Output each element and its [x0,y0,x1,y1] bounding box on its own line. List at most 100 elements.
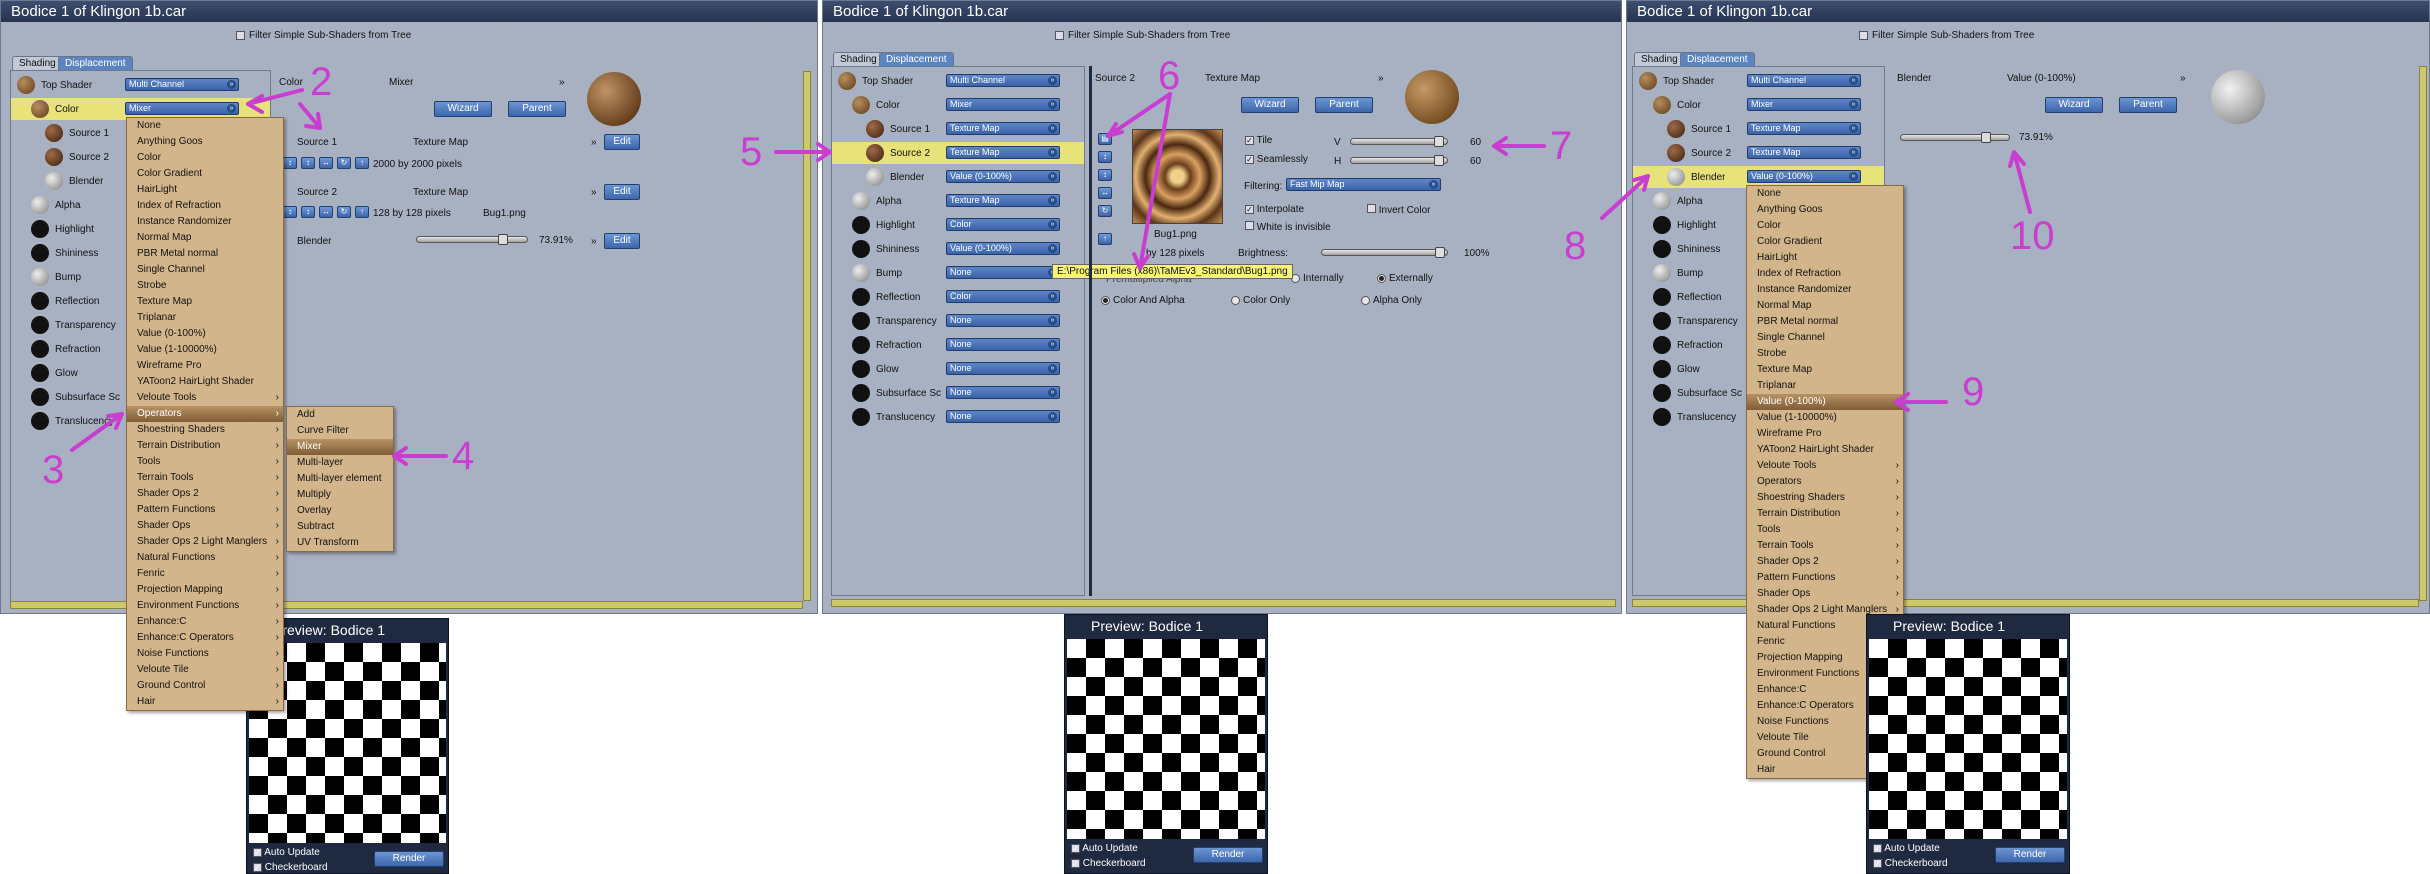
shader-type-select[interactable]: None» [946,362,1060,375]
seamless-checkbox[interactable]: ✓ [1245,155,1254,164]
menu-item[interactable]: Multi-layer element [287,471,393,487]
swap-icon[interactable]: ↔ [319,206,333,218]
shader-type-select[interactable]: Color » [946,290,1060,303]
menu-item[interactable]: Fenric › [127,566,283,582]
white-invisible-checkbox[interactable] [1245,221,1254,230]
menu-item[interactable]: Operators › [127,406,283,422]
flip-icon[interactable]: ↕ [301,206,315,218]
menu-item[interactable]: UV Transform [287,535,393,551]
menu-item[interactable]: Projection Mapping › [127,582,283,598]
auto-update-checkbox[interactable]: ✓ [1873,844,1882,853]
chevron-down-icon[interactable]: » [1378,73,1384,84]
tile-checkbox[interactable]: ✓ [1245,136,1254,145]
shader-type-select[interactable]: Multi Channel » [1747,74,1861,87]
parent-button[interactable]: Parent [508,101,566,117]
shader-type-select[interactable]: Value (0-100%) » [946,242,1060,255]
mirror-icon[interactable]: ↕ [1098,151,1112,163]
color-and-alpha-radio[interactable] [1101,295,1110,305]
menu-item[interactable]: Single Channel [1747,330,1903,346]
menu-item[interactable]: Terrain Distribution › [127,438,283,454]
menu-item[interactable]: Color [1747,218,1903,234]
filter-checkbox[interactable] [1859,31,1868,40]
rotate-icon[interactable]: ↻ [1098,205,1112,217]
menu-item[interactable]: Color Gradient [1747,234,1903,250]
menu-item[interactable]: Texture Map [1747,362,1903,378]
render-button[interactable]: Render [1193,847,1263,863]
menu-item[interactable]: Mixer [287,439,393,455]
swap-icon[interactable]: ↔ [319,157,333,169]
shader-type-select[interactable]: None» [946,266,1060,279]
menu-item[interactable]: Subtract [287,519,393,535]
menu-item[interactable]: Tools › [127,454,283,470]
open-file-icon[interactable]: ▤ [1098,133,1112,145]
filter-checkbox[interactable] [236,31,245,40]
checkerboard-checkbox[interactable]: ✓ [1873,859,1882,868]
tab-displacement[interactable]: Displacement [1680,52,1755,66]
tab-displacement[interactable]: Displacement [58,56,133,70]
blender-slider[interactable] [416,234,528,245]
menu-item[interactable]: Instance Randomizer [127,214,283,230]
menu-item[interactable]: Enhance:C Operators › [127,630,283,646]
menu-item[interactable]: Index of Refraction [127,198,283,214]
menu-item[interactable]: HairLight [127,182,283,198]
shader-type-select[interactable]: Texture Map » [1747,146,1861,159]
menu-item[interactable]: Veloute Tile › [127,662,283,678]
value-slider[interactable] [1900,132,2010,143]
menu-item[interactable]: Value (1-10000%) [127,342,283,358]
chevron-down-icon[interactable]: » [591,137,597,148]
menu-item[interactable]: Value (0-100%) [1747,394,1903,410]
rotate-icon[interactable]: ↻ [337,157,351,169]
wizard-button[interactable]: Wizard [1241,97,1299,113]
parent-button[interactable]: Parent [1315,97,1373,113]
shader-type-select[interactable]: Multi Channel » [946,74,1060,87]
menu-item[interactable]: Anything Goos [127,134,283,150]
menu-item[interactable]: Noise Functions › [127,646,283,662]
edit-button[interactable]: Edit [604,134,640,150]
menu-item[interactable]: Terrain Distribution › [1747,506,1903,522]
auto-update-checkbox[interactable]: ✓ [253,848,262,857]
menu-item[interactable]: Multiply [287,487,393,503]
menu-item[interactable]: YAToon2 HairLight Shader [127,374,283,390]
edit-button[interactable]: Edit [604,233,640,249]
menu-item[interactable]: Operators › [1747,474,1903,490]
menu-item[interactable]: Environment Functions › [127,598,283,614]
tab-shading[interactable]: Shading [12,56,63,70]
menu-item[interactable]: Curve Filter [287,423,393,439]
scrollbar[interactable] [2419,66,2427,601]
menu-item[interactable]: PBR Metal normal [1747,314,1903,330]
render-button[interactable]: Render [1995,847,2065,863]
menu-item[interactable]: Color Gradient [127,166,283,182]
menu-item[interactable]: YAToon2 HairLight Shader [1747,442,1903,458]
alpha-only-radio[interactable] [1361,295,1370,305]
up-arrow-icon[interactable]: ↑ [355,206,369,218]
shader-type-select[interactable]: Mixer » [1747,98,1861,111]
menu-item[interactable]: Veloute Tools › [1747,458,1903,474]
invert-color-checkbox[interactable] [1367,204,1376,213]
menu-item[interactable]: Normal Map [127,230,283,246]
rotate-icon[interactable]: ↻ [337,206,351,218]
shader-type-select[interactable]: Texture Map » [946,146,1060,159]
menu-item[interactable]: PBR Metal normal [127,246,283,262]
chevron-down-icon[interactable]: » [559,77,565,88]
externally-radio[interactable] [1377,273,1386,283]
menu-item[interactable]: Natural Functions › [127,550,283,566]
wizard-button[interactable]: Wizard [434,101,492,117]
shader-type-select[interactable]: Multi Channel » [125,78,239,91]
filter-checkbox[interactable] [1055,31,1064,40]
tile-v-slider[interactable] [1350,136,1448,147]
shader-type-select[interactable]: Value (0-100%) » [1747,170,1861,183]
menu-item[interactable]: Shader Ops › [1747,586,1903,602]
parent-button[interactable]: Parent [2119,97,2177,113]
flip-icon[interactable]: ↕ [301,157,315,169]
scrollbar[interactable] [803,71,811,601]
menu-item[interactable]: None [1747,186,1903,202]
chevron-down-icon[interactable]: » [2180,73,2186,84]
tab-shading[interactable]: Shading [833,52,884,66]
menu-item[interactable]: Value (1-10000%) [1747,410,1903,426]
menu-item[interactable]: Shader Ops 2 Light Manglers › [127,534,283,550]
up-arrow-icon[interactable]: ↑ [355,157,369,169]
menu-item[interactable]: Shader Ops › [127,518,283,534]
menu-item[interactable]: HairLight [1747,250,1903,266]
menu-item[interactable]: Anything Goos [1747,202,1903,218]
shader-type-select[interactable]: Texture Map » [946,122,1060,135]
